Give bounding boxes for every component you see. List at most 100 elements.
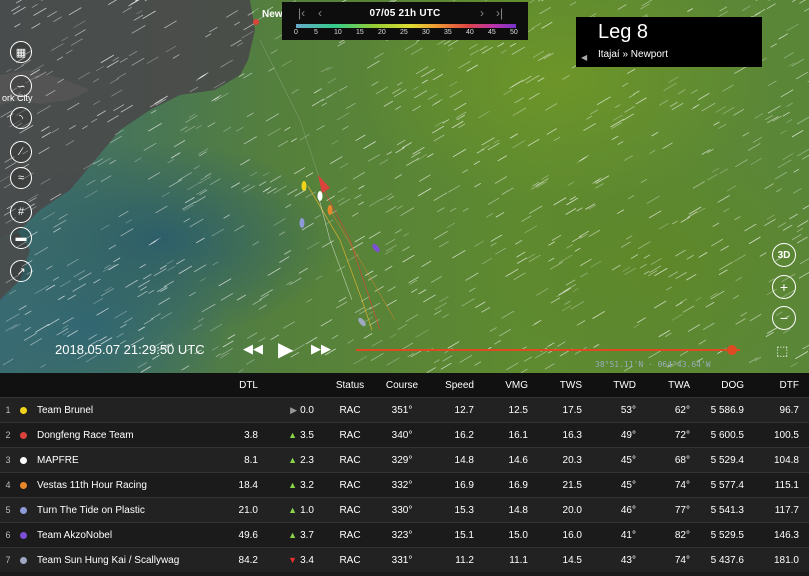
collapse-icon[interactable]: ◀ [581,53,587,62]
cell-speed: 15.3 [454,504,474,516]
header-vmg[interactable]: VMG [486,373,528,397]
header-course[interactable]: Course [380,373,424,397]
wind-map[interactable]: New ork City |‹ ‹ 07/05 21h UTC › ›| 0 5… [0,0,809,373]
table-row[interactable]: 3 MAPFRE ▲ 2.3 8.1 RAC 329° 14.8 14.6 20.3 45° 68° 5… [0,447,809,472]
cell-course: 323° [391,529,413,541]
dtl-change: ▼ 3.4 [288,554,314,566]
team-name[interactable]: Team Brunel [37,398,207,422]
boat-dongfeng[interactable] [318,175,330,193]
team-color-dot [18,398,28,422]
header-tws[interactable]: TWS [540,373,582,397]
trend-flat-icon: ▶ [290,404,298,415]
boat-brunel[interactable] [301,181,307,191]
wind-speed-ticks: 0 5 10 15 20 25 30 35 40 45 50 [294,29,518,36]
rewind-icon[interactable]: ◀◀ [243,341,263,357]
team-color-dot [18,548,28,572]
table-header: DTL Status Course Speed VMG TWS TWD TWA … [0,373,809,397]
cell-tws: 16.3 [562,429,582,441]
boat-trails-icon[interactable]: ◝ [10,107,32,129]
cell-status: RAC [339,454,361,466]
cell-twa: 82° [674,529,690,541]
dtl-change: ▲ 3.2 [288,479,314,491]
header-status[interactable]: Status [328,373,372,397]
header-dtl[interactable]: DTL [200,373,258,397]
ruler-icon[interactable]: ▬ [10,227,32,249]
team-name[interactable]: MAPFRE [37,448,207,472]
cell-speed: 16.2 [454,429,474,441]
cell-twa: 72° [674,429,690,441]
table-row[interactable]: 6 Team AkzoNobel ▲ 3.7 49.6 RAC 323° 15.1 15.0 16… [0,522,809,547]
leg-title: Leg 8 [598,21,649,43]
trend-up-icon: ▲ [288,530,298,540]
team-name[interactable]: Team Sun Hung Kai / Scallywag [37,548,207,572]
row-rank: 6 [5,530,11,540]
cell-twd: 46° [620,504,636,516]
3d-view-icon[interactable]: 3D [772,243,796,267]
leg-panel: Leg 8 Itajaí » Newport ◀ [576,17,762,67]
row-rank: 7 [5,555,11,565]
table-row[interactable]: 1 Team Brunel ▶ 0.0 RAC 351° 12.7 12.5 17.5 53° 62… [0,397,809,422]
cell-dog: 5 586.9 [710,404,744,416]
last-frame-icon[interactable]: ›| [496,6,503,20]
fullscreen-icon[interactable]: ⬚ [776,343,788,359]
table-row[interactable]: 7 Team Sun Hung Kai / Scallywag ▼ 3.4 84.2 RA… [0,547,809,572]
cell-tws: 21.5 [562,479,582,491]
team-name[interactable]: Turn The Tide on Plastic [37,498,207,522]
cursor-coordinates: 38°51.11'N · 064°43.64'W [595,360,711,369]
table-row[interactable]: 5 Turn The Tide on Plastic ▲ 1.0 21.0 RAC 330°… [0,497,809,522]
laylines-icon[interactable]: ∕ [10,141,32,163]
place-label-newport: New [262,9,283,20]
team-color-dot [18,498,28,522]
cell-vmg: 16.9 [508,479,528,491]
cell-vmg: 15.0 [508,529,528,541]
boat-akzonobel[interactable] [371,243,381,254]
grid-icon[interactable]: # [10,201,32,223]
header-twa[interactable]: TWA [648,373,690,397]
team-name[interactable]: Vestas 11th Hour Racing [37,473,207,497]
team-name[interactable]: Dongfeng Race Team [37,423,207,447]
map-layers-icon[interactable]: ▦ [10,41,32,63]
cell-dtf: 146.3 [773,529,799,541]
trend-down-icon: ▼ [288,555,298,565]
table-row[interactable]: 4 Vestas 11th Hour Racing ▲ 3.2 18.4 RAC 332° 1… [0,472,809,497]
team-color-dot [18,448,28,472]
finish-marker-icon [253,19,259,25]
timeline-slider[interactable] [356,349,740,351]
fast-forward-icon[interactable]: ▶▶ [311,341,331,357]
boat-vestas[interactable] [327,205,333,215]
route-icon[interactable]: ∽ [10,75,32,97]
next-frame-icon[interactable]: › [480,6,484,20]
trend-up-icon: ▲ [288,455,298,465]
wind-layer-icon[interactable]: ≈ [10,167,32,189]
cell-dog: 5 437.6 [710,554,744,566]
cell-dog: 5 577.4 [710,479,744,491]
dtl-change: ▲ 1.0 [288,504,314,516]
cell-dtf: 104.8 [773,454,799,466]
cell-dtl [200,398,258,422]
cell-twa: 74° [674,479,690,491]
table-row[interactable]: 2 Dongfeng Race Team ▲ 3.5 3.8 RAC 340° 16.2 16.… [0,422,809,447]
playback-bar: 2018.05.07 21:29:50 UTC ◀◀ ▶ ▶▶ 38°51.11… [0,322,809,373]
header-twd[interactable]: TWD [594,373,636,397]
team-name[interactable]: Team AkzoNobel [37,523,207,547]
cell-status: RAC [339,404,361,416]
forecast-time-bar: |‹ ‹ 07/05 21h UTC › ›| 0 5 10 15 20 25 … [282,2,528,40]
header-speed[interactable]: Speed [430,373,474,397]
cell-twa: 62° [674,404,690,416]
cell-twd: 45° [620,479,636,491]
chart-icon[interactable]: ↗ [10,260,32,282]
header-dtf[interactable]: DTF [752,373,799,397]
cell-speed: 14.8 [454,454,474,466]
cell-twd: 41° [620,529,636,541]
cell-twd: 43° [620,554,636,566]
cell-vmg: 14.8 [508,504,528,516]
header-dog[interactable]: DOG [694,373,744,397]
boat-turn-the-tide[interactable] [299,218,305,228]
cell-status: RAC [339,554,361,566]
timeline-handle[interactable] [727,345,738,355]
boat-mapfre[interactable] [317,191,323,201]
cell-course: 330° [391,504,413,516]
cell-course: 332° [391,479,413,491]
play-icon[interactable]: ▶ [278,337,293,362]
zoom-in-icon[interactable]: + [772,275,796,299]
